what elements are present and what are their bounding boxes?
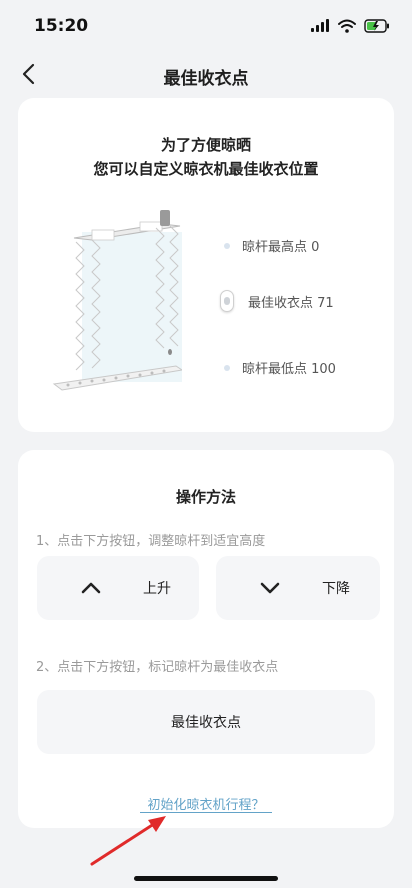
battery-charging-icon <box>364 18 390 37</box>
legend-best: 最佳收衣点 71 <box>220 290 334 312</box>
nav-bar: 最佳收衣点 <box>0 52 412 96</box>
wifi-icon <box>338 18 356 37</box>
raise-button[interactable]: 上升 <box>37 556 199 620</box>
highest-dot-icon <box>224 242 230 249</box>
mark-best-point-button[interactable]: 最佳收衣点 <box>37 690 375 754</box>
lower-button[interactable]: 下降 <box>216 556 380 620</box>
annotation-arrow-icon <box>90 816 166 866</box>
step-1-text: 1、点击下方按钮，调整晾杆到适宜高度 <box>36 534 266 549</box>
intro-text-line1: 为了方便晾晒 <box>160 136 251 154</box>
home-indicator <box>134 876 278 881</box>
lower-button-label: 下降 <box>322 581 350 597</box>
height-legend: 晾杆最高点 0 最佳收衣点 71 晾杆最低点 100 <box>220 230 394 380</box>
page-title: 最佳收衣点 <box>163 69 249 89</box>
intro-text-line2: 您可以自定义晾衣机最佳收衣位置 <box>93 160 319 178</box>
legend-highest: 晾杆最高点 0 <box>224 236 319 255</box>
status-bar: 15:20 <box>0 0 412 52</box>
legend-lowest: 晾杆最低点 100 <box>224 358 336 377</box>
legend-highest-label: 晾杆最高点 0 <box>242 240 320 255</box>
signal-icon <box>310 18 330 37</box>
raise-button-label: 上升 <box>143 581 171 597</box>
step-2-text: 2、点击下方按钮，标记晾杆为最佳收衣点 <box>36 660 279 675</box>
section-title: 操作方法 <box>175 488 236 506</box>
legend-best-label: 最佳收衣点 71 <box>248 295 334 311</box>
legend-lowest-label: 晾杆最低点 100 <box>242 362 336 377</box>
illustration-card: 为了方便晾晒 您可以自定义晾衣机最佳收衣位置 晾杆最高点 0 最佳收衣点 71 <box>18 98 394 432</box>
chevron-down-icon <box>258 576 282 600</box>
chevron-up-icon <box>79 576 103 600</box>
mark-best-point-label: 最佳收衣点 <box>171 715 241 731</box>
slider-knob-icon[interactable] <box>220 290 234 312</box>
lowest-dot-icon <box>224 364 230 371</box>
status-icons <box>310 18 390 37</box>
initialize-travel-link[interactable]: 初始化晾衣机行程？ <box>18 794 394 813</box>
drying-rack-illustration <box>52 210 182 391</box>
status-time: 15:20 <box>34 16 89 36</box>
instructions-card: 操作方法 1、点击下方按钮，调整晾杆到适宜高度 上升 下降 2、点击下方按钮，标… <box>18 450 394 828</box>
